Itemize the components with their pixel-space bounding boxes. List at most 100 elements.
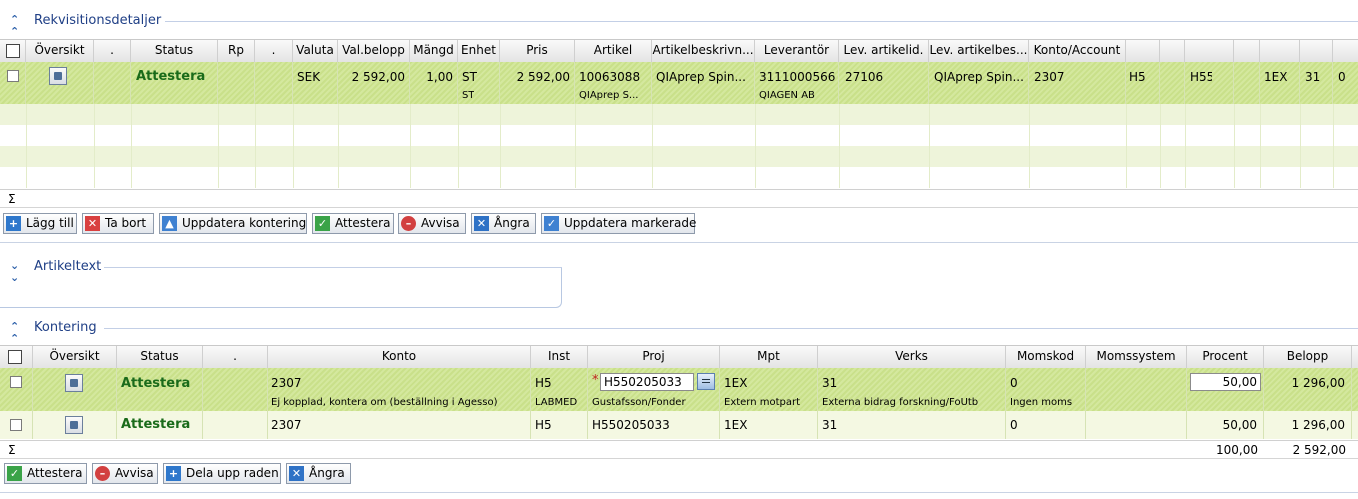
checkmark-icon: ✓ bbox=[315, 216, 330, 231]
remove-button[interactable]: ✕ Ta bort bbox=[82, 213, 154, 234]
col-lev-artikelid[interactable]: Lev. artikelid. bbox=[839, 40, 929, 62]
col-procent[interactable]: Procent bbox=[1187, 346, 1264, 368]
row-momskod: 0 bbox=[1010, 418, 1018, 432]
row-inst: H5 bbox=[535, 376, 552, 390]
col-status[interactable]: Status bbox=[117, 346, 203, 368]
row-status: Attestera bbox=[136, 69, 206, 84]
row-konto: 2307 bbox=[1034, 70, 1065, 84]
overview-icon[interactable] bbox=[65, 416, 83, 434]
col-oversikt[interactable]: Översikt bbox=[26, 40, 94, 62]
row-proj: H550205033 bbox=[592, 418, 670, 432]
row-momskod-sub: Ingen moms bbox=[1010, 397, 1073, 408]
row-status: Attestera bbox=[121, 417, 191, 432]
minus-circle-icon: – bbox=[95, 466, 110, 481]
col-pris[interactable]: Pris bbox=[500, 40, 575, 62]
col-belopp[interactable]: Belopp bbox=[1264, 346, 1352, 368]
row-inst: H5 bbox=[535, 418, 552, 432]
row-valbelopp: 2 592,00 bbox=[351, 70, 405, 84]
col-blank3[interactable] bbox=[1185, 40, 1234, 62]
col-blank7[interactable] bbox=[1333, 40, 1358, 62]
col-dot2[interactable]: . bbox=[255, 40, 293, 62]
rekvisition-row[interactable]: Attestera SEK 2 592,00 1,00 ST ST 2 592,… bbox=[0, 62, 1358, 104]
col-blank2[interactable] bbox=[1160, 40, 1185, 62]
reject-button[interactable]: – Avvisa bbox=[398, 213, 466, 234]
close-x-icon: ✕ bbox=[474, 216, 489, 231]
checkbox-icon: ✓ bbox=[544, 216, 559, 231]
split-row-label: Dela upp raden bbox=[186, 466, 279, 480]
col-blank4[interactable] bbox=[1234, 40, 1260, 62]
col-status[interactable]: Status bbox=[131, 40, 218, 62]
col-mangd[interactable]: Mängd bbox=[410, 40, 458, 62]
col-enhet[interactable]: Enhet bbox=[458, 40, 500, 62]
col-dot[interactable]: . bbox=[94, 40, 131, 62]
rekvisition-section-header[interactable]: ⌃ ⌃ Rekvisitionsdetaljer bbox=[0, 12, 1358, 38]
undo-button[interactable]: ✕ Ångra bbox=[286, 463, 351, 484]
col-valuta[interactable]: Valuta bbox=[293, 40, 338, 62]
row-mpt: 1EX bbox=[724, 376, 748, 390]
required-marker: * bbox=[592, 373, 599, 388]
col-leverantor[interactable]: Leverantör bbox=[755, 40, 839, 62]
col-dot[interactable]: . bbox=[203, 346, 268, 368]
undo-button[interactable]: ✕ Ångra bbox=[471, 213, 536, 234]
reject-button[interactable]: – Avvisa bbox=[92, 463, 158, 484]
col-oversikt[interactable]: Översikt bbox=[33, 346, 117, 368]
update-selected-button[interactable]: ✓ Uppdatera markerade bbox=[541, 213, 697, 234]
row-c4: 31 bbox=[1305, 70, 1321, 84]
select-all-checkbox[interactable] bbox=[8, 350, 22, 364]
rekvisition-table-header: Översikt . Status Rp . Valuta Val.belopp… bbox=[0, 39, 1358, 63]
attest-button[interactable]: ✓ Attestera bbox=[4, 463, 87, 484]
col-proj[interactable]: Proj bbox=[588, 346, 720, 368]
row-checkbox[interactable] bbox=[10, 376, 22, 388]
col-konto-account[interactable]: Konto/Account bbox=[1029, 40, 1126, 62]
row-belopp: 1 296,00 bbox=[1291, 418, 1345, 432]
select-all-checkbox[interactable] bbox=[6, 44, 20, 58]
row-proj-sub: Gustafsson/Fonder bbox=[592, 397, 686, 408]
col-valbelopp[interactable]: Val.belopp bbox=[338, 40, 410, 62]
col-momssystem[interactable]: Momssystem bbox=[1086, 346, 1187, 368]
procent-input[interactable]: 50,00 bbox=[1190, 373, 1261, 391]
col-blank6[interactable] bbox=[1300, 40, 1333, 62]
row-enhet-sub: ST bbox=[462, 90, 475, 101]
col-konto[interactable]: Konto bbox=[268, 346, 531, 368]
select-all-cell[interactable] bbox=[0, 40, 26, 62]
split-row-button[interactable]: + Dela upp raden bbox=[163, 463, 281, 484]
update-selected-label: Uppdatera markerade bbox=[564, 216, 697, 230]
col-mpt[interactable]: Mpt bbox=[720, 346, 818, 368]
kontering-title: Kontering bbox=[34, 320, 97, 335]
delete-icon: ✕ bbox=[85, 216, 100, 231]
triangle-up-icon: ▲ bbox=[162, 216, 177, 231]
row-c5: 0 bbox=[1338, 70, 1346, 84]
col-blank5[interactable] bbox=[1260, 40, 1300, 62]
col-inst[interactable]: Inst bbox=[531, 346, 588, 368]
row-checkbox[interactable] bbox=[10, 419, 22, 431]
row-mpt: 1EX bbox=[724, 418, 748, 432]
collapse-chevron-icon[interactable]: ⌃ ⌃ bbox=[10, 321, 24, 345]
row-mpt-sub: Extern motpart bbox=[724, 397, 801, 408]
row-konto: 2307 bbox=[271, 418, 302, 432]
kontering-row[interactable]: Attestera 2307 H5 H550205033 1EX 31 0 50… bbox=[0, 411, 1358, 439]
col-artikelbeskrivning[interactable]: Artikelbeskrivn... bbox=[652, 40, 755, 62]
proj-lookup-button[interactable] bbox=[697, 373, 715, 390]
col-momskod[interactable]: Momskod bbox=[1006, 346, 1086, 368]
col-blank1[interactable] bbox=[1126, 40, 1160, 62]
empty-row bbox=[0, 125, 1358, 146]
update-kontering-button[interactable]: ▲ Uppdatera kontering bbox=[159, 213, 307, 234]
row-checkbox[interactable] bbox=[7, 70, 19, 82]
col-rp[interactable]: Rp bbox=[218, 40, 255, 62]
empty-row bbox=[0, 167, 1358, 188]
add-button[interactable]: + Lägg till bbox=[3, 213, 77, 234]
overview-icon[interactable] bbox=[65, 374, 83, 392]
proj-input[interactable]: H550205033 bbox=[600, 373, 694, 391]
list-icon bbox=[702, 379, 710, 380]
kontering-section-header[interactable]: ⌃ ⌃ Kontering bbox=[0, 319, 1358, 345]
col-artikel[interactable]: Artikel bbox=[575, 40, 652, 62]
kontering-row[interactable]: Attestera 2307 Ej kopplad, kontera om (b… bbox=[0, 368, 1358, 411]
col-verks[interactable]: Verks bbox=[818, 346, 1006, 368]
attest-button[interactable]: ✓ Attestera bbox=[312, 213, 394, 234]
col-lev-artikelbeskr[interactable]: Lev. artikelbes... bbox=[929, 40, 1029, 62]
attest-label: Attestera bbox=[335, 216, 391, 230]
collapse-chevron-icon[interactable]: ⌃ ⌃ bbox=[10, 14, 24, 38]
select-all-cell[interactable] bbox=[0, 346, 33, 368]
overview-icon[interactable] bbox=[49, 67, 67, 85]
sigma-label: Σ bbox=[8, 192, 16, 206]
